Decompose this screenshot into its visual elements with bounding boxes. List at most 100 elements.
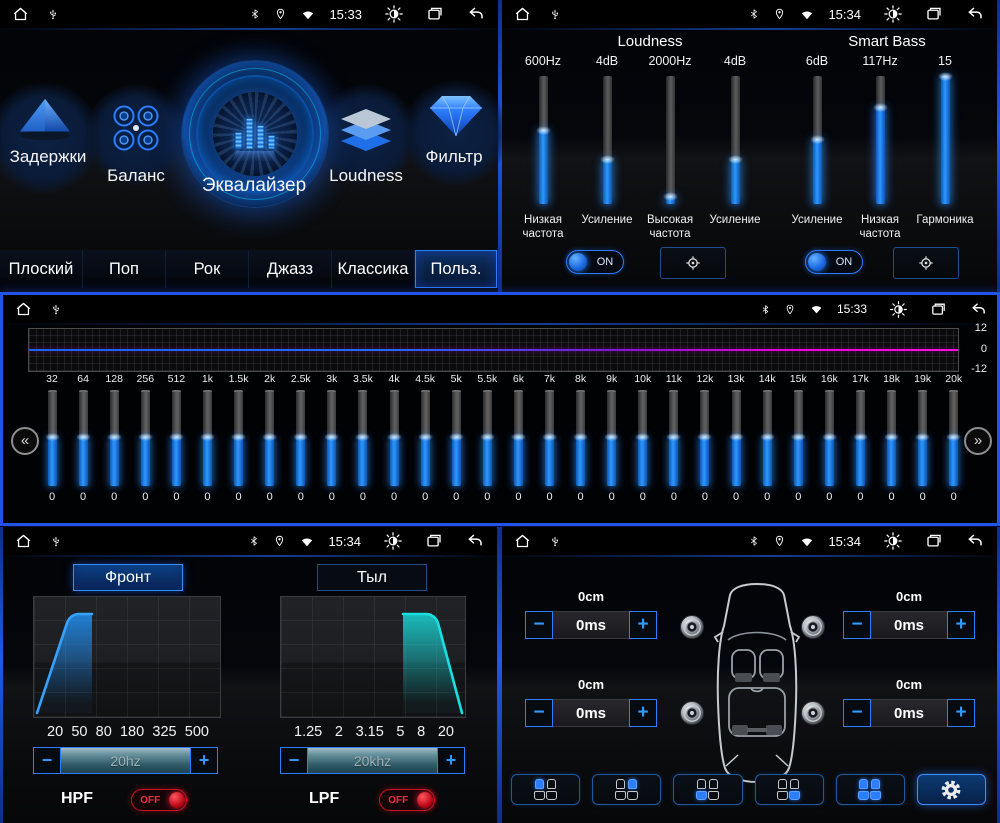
menu-item-delays[interactable]: Задержки bbox=[0, 147, 96, 167]
tab-front[interactable]: Фронт bbox=[73, 564, 183, 591]
back-icon[interactable] bbox=[466, 5, 486, 23]
hpf-minus-button[interactable]: − bbox=[33, 747, 61, 774]
band-track[interactable] bbox=[421, 390, 430, 486]
seat-select-button[interactable] bbox=[511, 774, 580, 805]
slider-track[interactable] bbox=[731, 76, 740, 204]
band-track[interactable] bbox=[949, 390, 958, 486]
preset-tab[interactable]: Рок bbox=[166, 250, 249, 288]
recents-icon[interactable] bbox=[426, 5, 444, 23]
home-icon[interactable] bbox=[12, 6, 29, 23]
smart-bass-on-toggle[interactable]: ON bbox=[805, 250, 863, 274]
vertical-slider[interactable]: 2000Hz Высокая частота bbox=[641, 54, 699, 242]
lpf-off-toggle[interactable]: OFF bbox=[379, 789, 435, 811]
eq-band[interactable]: 10k 0 bbox=[630, 373, 656, 513]
band-track[interactable] bbox=[856, 390, 865, 486]
band-track[interactable] bbox=[79, 390, 88, 486]
band-track[interactable] bbox=[763, 390, 772, 486]
eq-band[interactable]: 256 0 bbox=[132, 373, 158, 513]
band-track[interactable] bbox=[296, 390, 305, 486]
band-track[interactable] bbox=[327, 390, 336, 486]
bands-prev-button[interactable]: « bbox=[11, 427, 39, 455]
filter-diamond-icon[interactable] bbox=[428, 93, 484, 139]
eq-band[interactable]: 11k 0 bbox=[661, 373, 687, 513]
eq-band[interactable]: 20k 0 bbox=[941, 373, 967, 513]
eq-band[interactable]: 4k 0 bbox=[381, 373, 407, 513]
back-icon[interactable] bbox=[965, 5, 985, 23]
loudness-on-toggle[interactable]: ON bbox=[566, 250, 624, 274]
hpf-off-toggle[interactable]: OFF bbox=[131, 789, 187, 811]
recents-icon[interactable] bbox=[930, 301, 947, 318]
band-track[interactable] bbox=[918, 390, 927, 486]
recents-icon[interactable] bbox=[925, 5, 943, 23]
seat-select-button[interactable] bbox=[836, 774, 905, 805]
hpf-plus-button[interactable]: + bbox=[190, 747, 218, 774]
eq-band[interactable]: 1.5k 0 bbox=[226, 373, 252, 513]
band-track[interactable] bbox=[825, 390, 834, 486]
delay-plus-button[interactable]: + bbox=[629, 699, 657, 727]
back-icon[interactable] bbox=[965, 532, 985, 550]
band-track[interactable] bbox=[700, 390, 709, 486]
band-track[interactable] bbox=[234, 390, 243, 486]
band-track[interactable] bbox=[265, 390, 274, 486]
recents-icon[interactable] bbox=[925, 532, 943, 550]
balance-speakers-icon[interactable] bbox=[110, 102, 162, 154]
preset-tab[interactable]: Плоский bbox=[0, 250, 83, 288]
preset-tab[interactable]: Польз. bbox=[415, 250, 498, 288]
eq-band[interactable]: 5k 0 bbox=[443, 373, 469, 513]
band-track[interactable] bbox=[452, 390, 461, 486]
eq-band[interactable]: 2.5k 0 bbox=[288, 373, 314, 513]
vertical-slider[interactable]: 600Hz Низкая частота bbox=[514, 54, 572, 242]
delay-settings-button[interactable] bbox=[917, 774, 986, 805]
band-track[interactable] bbox=[794, 390, 803, 486]
eq-band[interactable]: 14k 0 bbox=[754, 373, 780, 513]
eq-band[interactable]: 7k 0 bbox=[537, 373, 563, 513]
menu-item-filter[interactable]: Фильтр bbox=[408, 147, 500, 167]
eq-band[interactable]: 64 0 bbox=[70, 373, 96, 513]
seat-select-button[interactable] bbox=[673, 774, 742, 805]
slider-track[interactable] bbox=[941, 76, 950, 204]
vertical-slider[interactable]: 6dB Усиление bbox=[788, 54, 846, 227]
menu-item-equalizer[interactable]: Эквалайзер bbox=[168, 175, 340, 197]
slider-track[interactable] bbox=[539, 76, 548, 204]
slider-track[interactable] bbox=[603, 76, 612, 204]
eq-band[interactable]: 9k 0 bbox=[599, 373, 625, 513]
loudness-layers-icon[interactable] bbox=[339, 103, 393, 153]
band-track[interactable] bbox=[638, 390, 647, 486]
slider-track[interactable] bbox=[813, 76, 822, 204]
eq-band[interactable]: 17k 0 bbox=[847, 373, 873, 513]
band-track[interactable] bbox=[669, 390, 678, 486]
preset-tab[interactable]: Поп bbox=[83, 250, 166, 288]
slider-track[interactable] bbox=[666, 76, 675, 204]
back-icon[interactable] bbox=[969, 301, 988, 318]
menu-item-loudness[interactable]: Loudness bbox=[316, 166, 416, 186]
home-icon[interactable] bbox=[15, 533, 32, 550]
band-track[interactable] bbox=[607, 390, 616, 486]
delay-plus-button[interactable]: + bbox=[629, 611, 657, 639]
slider-track[interactable] bbox=[876, 76, 885, 204]
brightness-icon[interactable] bbox=[889, 300, 908, 319]
delay-minus-button[interactable]: − bbox=[843, 611, 871, 639]
delay-minus-button[interactable]: − bbox=[843, 699, 871, 727]
preset-tab[interactable]: Джазз bbox=[249, 250, 332, 288]
back-icon[interactable] bbox=[465, 532, 485, 550]
delay-minus-button[interactable]: − bbox=[525, 699, 553, 727]
delay-minus-button[interactable]: − bbox=[525, 611, 553, 639]
home-icon[interactable] bbox=[514, 533, 531, 550]
eq-band[interactable]: 3k 0 bbox=[319, 373, 345, 513]
smart-bass-reset-button[interactable] bbox=[893, 247, 959, 279]
delays-pyramid-icon[interactable] bbox=[16, 96, 74, 142]
vertical-slider[interactable]: 4dB Усиление bbox=[578, 54, 636, 227]
recents-icon[interactable] bbox=[425, 532, 443, 550]
delay-plus-button[interactable]: + bbox=[947, 699, 975, 727]
band-track[interactable] bbox=[390, 390, 399, 486]
brightness-icon[interactable] bbox=[384, 4, 404, 24]
eq-band[interactable]: 6k 0 bbox=[505, 373, 531, 513]
eq-band[interactable]: 8k 0 bbox=[568, 373, 594, 513]
eq-band[interactable]: 16k 0 bbox=[816, 373, 842, 513]
home-icon[interactable] bbox=[514, 6, 531, 23]
eq-band[interactable]: 12k 0 bbox=[692, 373, 718, 513]
band-track[interactable] bbox=[483, 390, 492, 486]
tab-rear[interactable]: Тыл bbox=[317, 564, 427, 591]
band-track[interactable] bbox=[358, 390, 367, 486]
lpf-minus-button[interactable]: − bbox=[280, 747, 308, 774]
